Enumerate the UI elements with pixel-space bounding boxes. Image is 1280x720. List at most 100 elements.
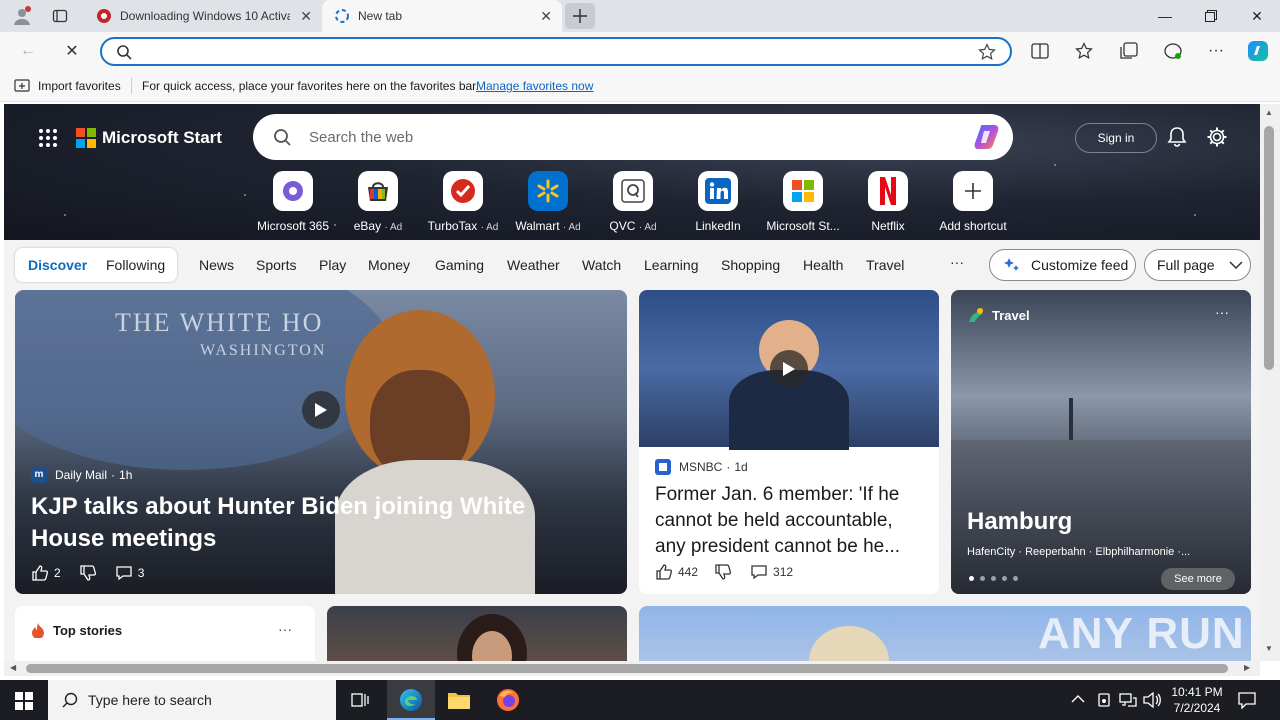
more-options-icon[interactable]: ··· [1206,41,1226,61]
shortcut-qvc[interactable]: QVC · Ad [593,171,673,233]
scrollbar-thumb[interactable] [1264,126,1274,370]
new-tab-button[interactable] [565,3,595,29]
nav-item-news[interactable]: News [199,257,234,273]
plus-icon [953,171,993,211]
microsoft-start-logo[interactable]: Microsoft Start [76,128,222,148]
copilot-icon[interactable] [1246,39,1270,63]
like-icon[interactable] [31,564,49,582]
scrollbar-thumb[interactable] [26,664,1228,673]
nav-item-shopping[interactable]: Shopping [721,257,780,273]
split-screen-icon[interactable] [1030,41,1050,61]
card-more-icon[interactable]: ··· [278,621,292,637]
minimize-button[interactable]: — [1142,0,1188,32]
restore-button[interactable] [1188,0,1234,32]
notification-center-icon[interactable] [1238,691,1256,709]
shortcut-walmart[interactable]: Walmart · Ad [508,171,588,233]
copilot-icon[interactable] [973,123,1003,151]
nav-item-gaming[interactable]: Gaming [435,257,484,273]
nav-item-sports[interactable]: Sports [256,257,296,273]
network-security-icon[interactable] [1096,692,1112,708]
tab-downloading[interactable]: Downloading Windows 10 Activa ✕ [84,0,322,32]
horizontal-scrollbar[interactable]: ◀ ▶ [4,661,1260,676]
edge-icon [399,688,423,712]
scroll-right-icon[interactable]: ▶ [1244,663,1250,672]
article-headline[interactable]: KJP talks about Hunter Biden joining Whi… [31,491,601,555]
favorites-icon[interactable] [1074,41,1094,61]
collections-icon[interactable] [1119,41,1139,61]
taskbar-edge[interactable] [387,680,435,720]
search-icon [116,44,132,60]
firefox-icon[interactable] [496,688,520,712]
like-icon[interactable] [655,563,673,581]
news-card-msnbc[interactable]: MSNBC · 1d Former Jan. 6 member: 'If he … [639,290,939,594]
address-bar[interactable] [100,37,1012,66]
favorite-star-icon[interactable] [978,43,996,61]
browser-essentials-icon[interactable] [1163,41,1183,61]
stop-loading-icon[interactable]: ✕ [62,41,82,61]
play-video-icon[interactable] [770,350,808,388]
dislike-icon[interactable] [714,563,732,581]
card-more-icon[interactable]: ··· [1215,304,1229,320]
tab-discover[interactable]: Discover [28,257,87,273]
article-source: MSNBC [679,460,723,474]
nav-item-learning[interactable]: Learning [644,257,699,273]
news-card-main[interactable]: THE WHITE HO WASHINGTON m Daily Mail · 1… [15,290,627,594]
sign-in-button[interactable]: Sign in [1075,123,1157,153]
address-input[interactable] [142,42,962,62]
clock[interactable]: 10:41 PM 7/2/2024 [1170,684,1224,716]
task-view-icon[interactable] [351,691,369,709]
nav-item-health[interactable]: Health [803,257,843,273]
close-tab-icon[interactable]: ✕ [300,8,312,25]
settings-gear-icon[interactable] [1206,126,1228,148]
nav-item-money[interactable]: Money [368,257,410,273]
comment-icon[interactable] [115,564,133,582]
customize-feed-button[interactable]: Customize feed [989,249,1136,281]
manage-favorites-link[interactable]: Manage favorites now [476,79,593,93]
profile-icon[interactable] [12,6,32,26]
ad-badge: · Ad [638,222,657,233]
nav-more-button[interactable]: ··· [950,254,964,270]
see-more-button[interactable]: See more [1161,568,1235,590]
shortcut-turbotax[interactable]: TurboTax · Ad [423,171,503,233]
nav-item-weather[interactable]: Weather [507,257,560,273]
play-video-icon[interactable] [302,391,340,429]
tab-actions-icon[interactable] [52,8,68,24]
carousel-dots[interactable] [969,576,1018,581]
dislike-icon[interactable] [79,564,97,582]
network-icon[interactable] [1119,692,1137,708]
nav-item-play[interactable]: Play [319,257,346,273]
scroll-down-icon[interactable]: ▼ [1265,644,1273,653]
close-window-button[interactable]: ✕ [1234,0,1280,32]
web-search-box[interactable]: Search the web [253,114,1013,160]
vertical-scrollbar[interactable]: ▲ ▼ [1260,104,1280,661]
shortcut-microsoft-365[interactable]: Microsoft 365 [253,171,333,233]
shortcut-label: eBay [353,219,382,233]
article-headline[interactable]: Former Jan. 6 member: 'If he cannot be h… [655,482,927,560]
layout-dropdown[interactable]: Full page [1144,249,1251,281]
nav-item-watch[interactable]: Watch [582,257,621,273]
import-favorites-button[interactable]: Import favorites [38,79,121,93]
tab-new-tab[interactable]: New tab ✕ [322,0,562,32]
show-hidden-icons-chevron-icon[interactable] [1071,692,1085,706]
back-arrow-icon[interactable]: ← [18,41,38,61]
nav-item-travel[interactable]: Travel [866,257,904,273]
add-shortcut-button[interactable]: Add shortcut [933,171,1013,233]
news-card-image[interactable] [327,606,627,661]
taskbar-search[interactable]: Type here to search [48,680,336,720]
shortcut-microsoft-store[interactable]: Microsoft St... [763,171,843,233]
file-explorer-icon[interactable] [447,689,471,711]
shortcut-netflix[interactable]: Netflix [848,171,928,233]
scroll-left-icon[interactable]: ◀ [10,663,16,672]
tab-following[interactable]: Following [106,257,165,273]
volume-icon[interactable] [1143,692,1161,708]
shortcut-ebay[interactable]: eBay · Ad [338,171,418,233]
close-tab-icon[interactable]: ✕ [540,8,552,25]
shortcut-linkedin[interactable]: LinkedIn [678,171,758,233]
travel-card[interactable]: Travel ··· Hamburg HafenCity · Reeperbah… [951,290,1251,594]
comment-icon[interactable] [750,563,768,581]
app-launcher-icon[interactable] [38,128,58,148]
notifications-bell-icon[interactable] [1166,126,1188,148]
favicon-icon [96,8,112,24]
windows-start-icon[interactable] [15,692,33,710]
scroll-up-icon[interactable]: ▲ [1265,108,1273,117]
